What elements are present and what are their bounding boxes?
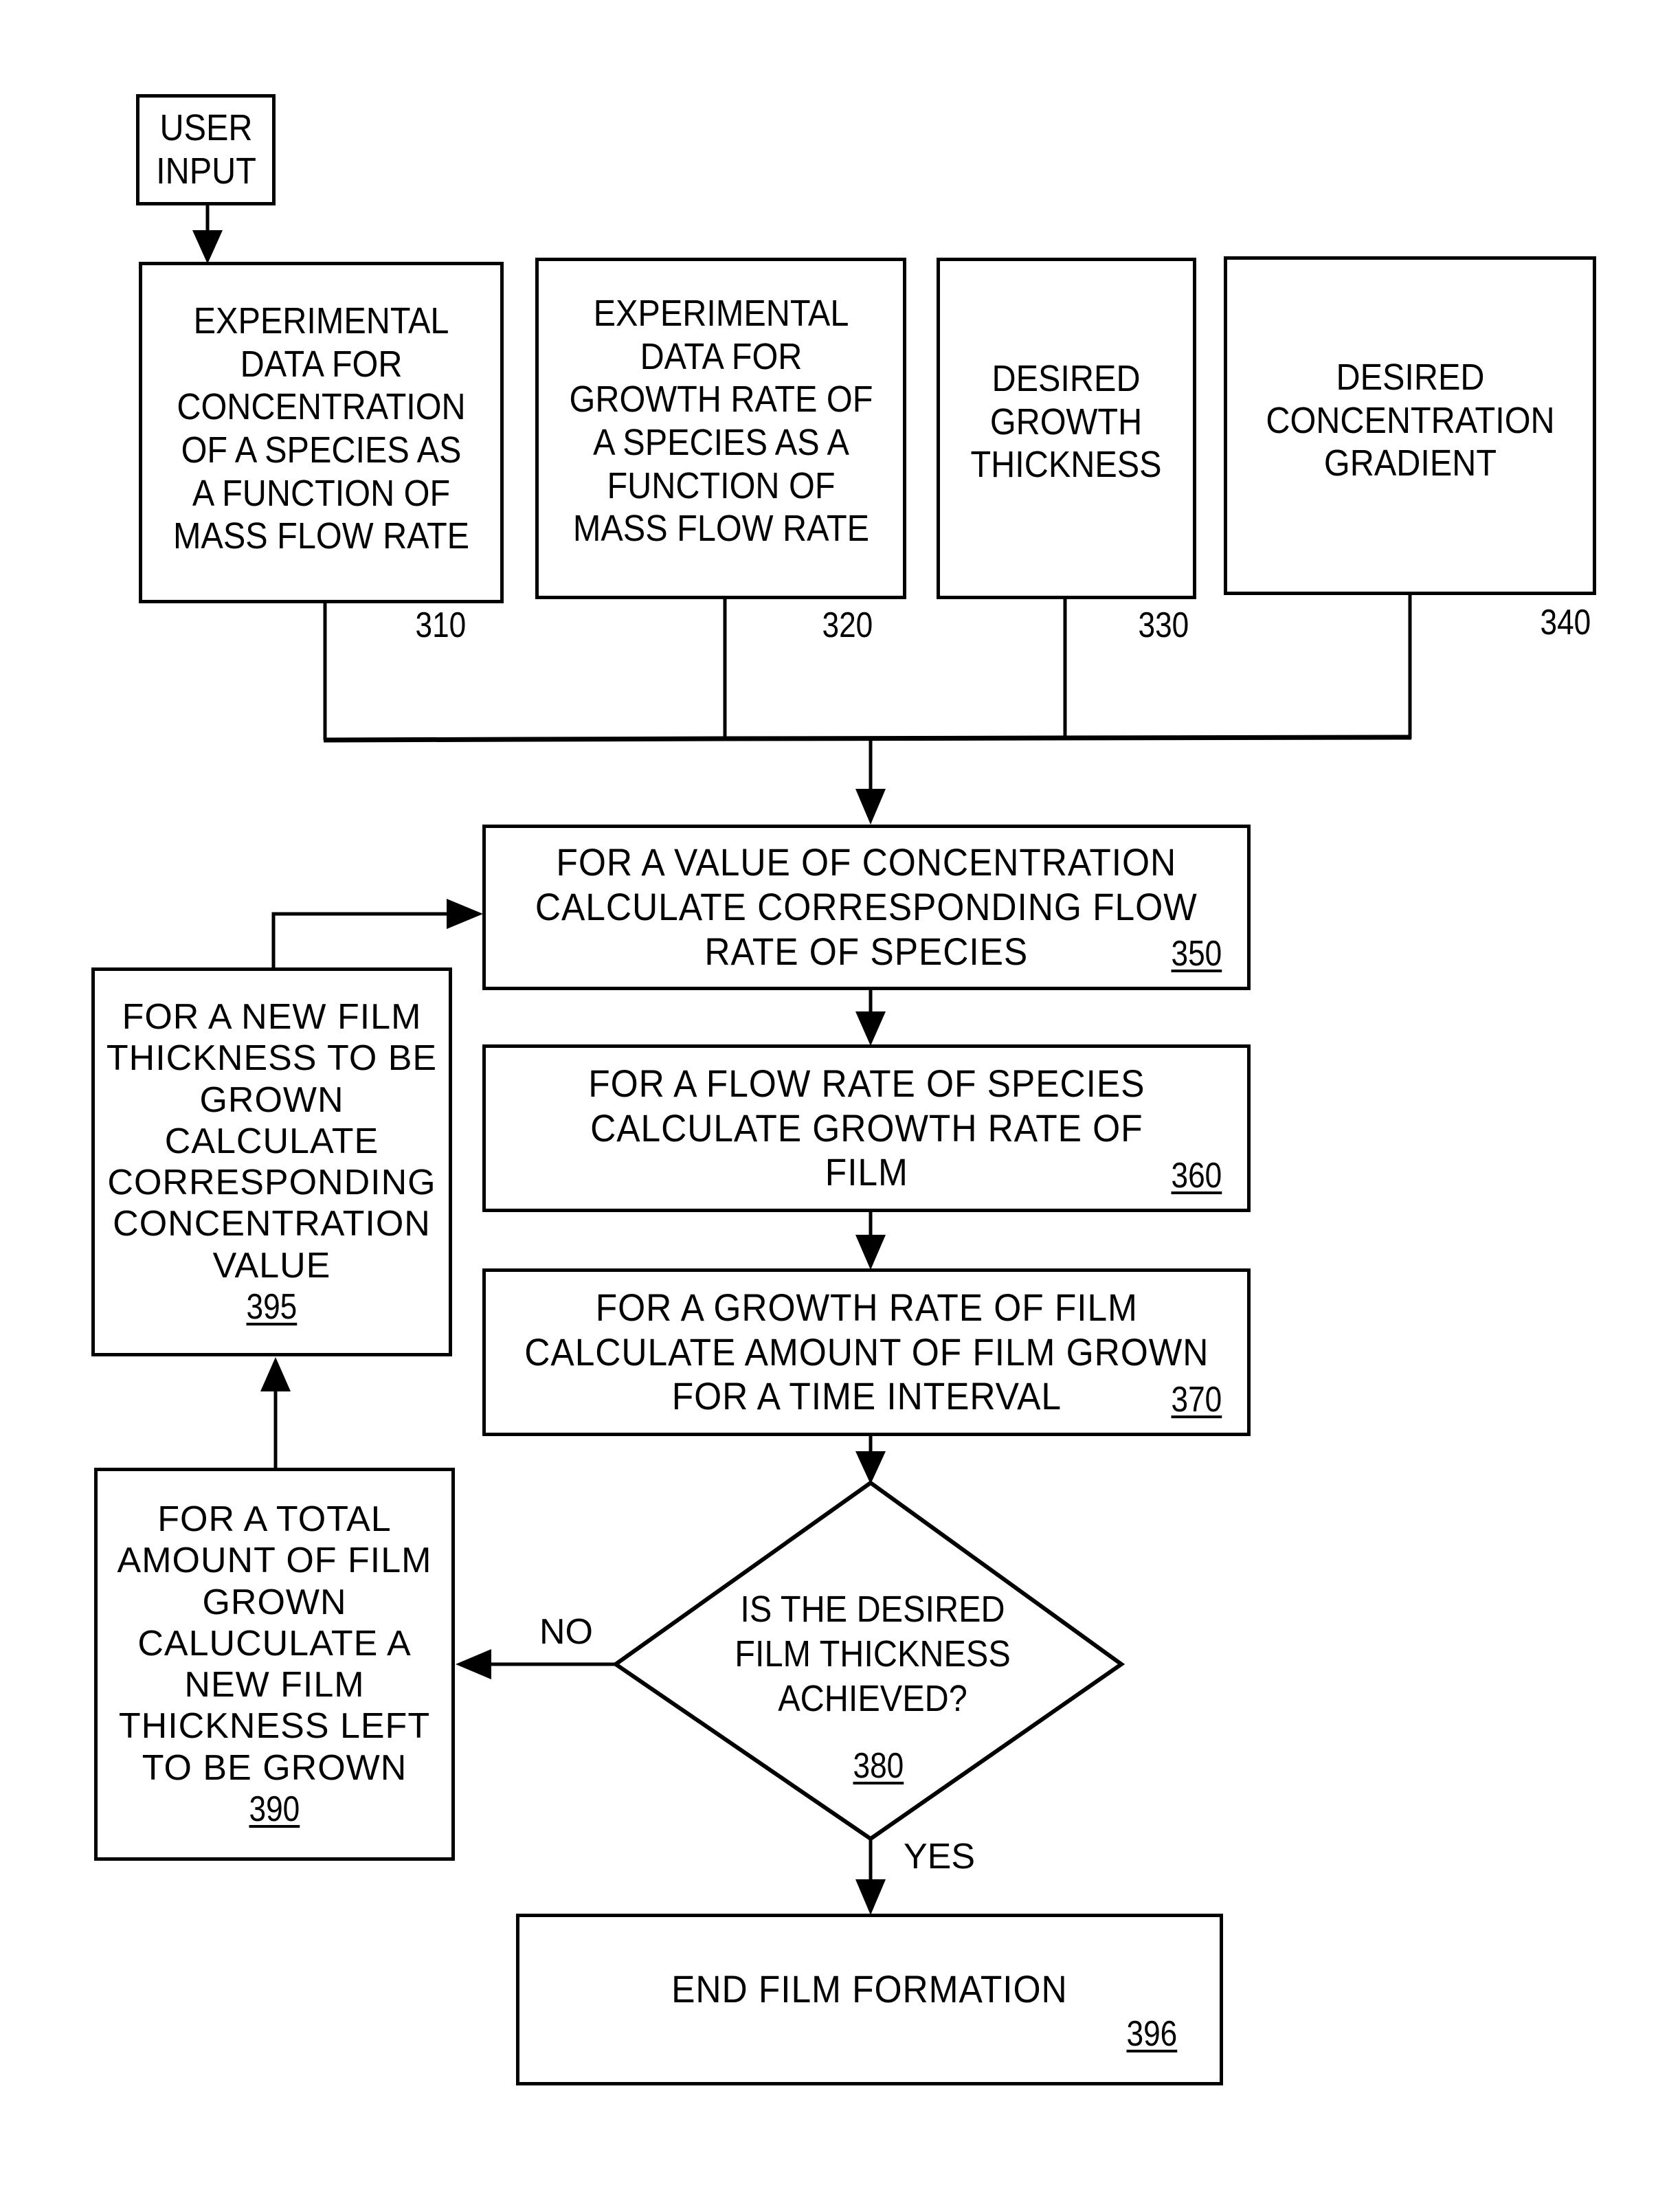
box-396-text: END FILM FORMATION xyxy=(671,1967,1068,2011)
box-310-concentration-data[interactable]: EXPERIMENTAL DATA FOR CONCENTRATION OF A… xyxy=(139,262,504,603)
ref-310: 310 xyxy=(415,605,467,645)
box-395-calc-concentration[interactable]: FOR A NEW FILM THICKNESS TO BE GROWN CAL… xyxy=(91,967,452,1356)
edge-bus xyxy=(323,735,1412,743)
arrowhead-to-396 xyxy=(855,1879,886,1915)
ref-330: 330 xyxy=(1138,605,1189,645)
ref-320: 320 xyxy=(822,605,873,645)
arrowhead-to-360 xyxy=(855,1011,886,1046)
arrowhead-to-390 xyxy=(456,1649,491,1679)
arrowhead-to-395 xyxy=(260,1357,291,1391)
ref-390: 390 xyxy=(249,1789,300,1830)
box-396-end-film-formation[interactable]: END FILM FORMATION 396 xyxy=(516,1914,1223,2085)
edge-395-to-350 xyxy=(271,912,450,967)
box-390-calc-thickness-left[interactable]: FOR A TOTAL AMOUNT OF FILM GROWN CALUCUL… xyxy=(94,1468,455,1861)
arrowhead-to-350 xyxy=(855,789,886,825)
box-370-text: FOR A GROWTH RATE OF FILM CALCULATE AMOU… xyxy=(524,1285,1209,1418)
box-370-calc-film-grown[interactable]: FOR A GROWTH RATE OF FILM CALCULATE AMOU… xyxy=(482,1268,1251,1436)
box-310-text: EXPERIMENTAL DATA FOR CONCENTRATION OF A… xyxy=(172,300,470,557)
box-350-calc-flow-rate[interactable]: FOR A VALUE OF CONCENTRATION CALCULATE C… xyxy=(482,825,1251,990)
box-330-text: DESIRED GROWTH THICKNESS xyxy=(970,358,1163,486)
box-320-growth-rate-data[interactable]: EXPERIMENTAL DATA FOR GROWTH RATE OF A S… xyxy=(535,258,906,599)
arrowhead-to-370 xyxy=(855,1235,886,1270)
box-360-calc-growth-rate[interactable]: FOR A FLOW RATE OF SPECIES CALCULATE GRO… xyxy=(482,1044,1251,1212)
box-360-text: FOR A FLOW RATE OF SPECIES CALCULATE GRO… xyxy=(587,1061,1145,1194)
arrowhead-to-310 xyxy=(192,230,223,264)
box-340-desired-concentration-gradient[interactable]: DESIRED CONCENTRATION GRADIENT xyxy=(1224,256,1596,595)
box-340-text: DESIRED CONCENTRATION GRADIENT xyxy=(1265,357,1555,484)
edge-label-yes: YES xyxy=(904,1837,976,1877)
user-input-label: USER INPUT xyxy=(155,107,256,192)
ref-350: 350 xyxy=(1171,934,1222,974)
ref-395: 395 xyxy=(246,1287,298,1328)
box-390-text: FOR A TOTAL AMOUNT OF FILM GROWN CALUCUL… xyxy=(117,1499,432,1788)
user-input-box[interactable]: USER INPUT xyxy=(136,94,276,205)
ref-380: 380 xyxy=(853,1746,904,1786)
ref-396: 396 xyxy=(1126,2014,1178,2054)
arrowhead-to-380 xyxy=(855,1451,886,1484)
arrowhead-to-350-left xyxy=(447,899,483,929)
ref-360: 360 xyxy=(1171,1156,1222,1196)
box-330-desired-growth-thickness[interactable]: DESIRED GROWTH THICKNESS xyxy=(937,258,1196,599)
edge-label-no: NO xyxy=(539,1612,593,1652)
box-320-text: EXPERIMENTAL DATA FOR GROWTH RATE OF A S… xyxy=(569,293,873,550)
decision-380-text: IS THE DESIRED FILM THICKNESS ACHIEVED? xyxy=(735,1589,1011,1719)
ref-340: 340 xyxy=(1540,603,1591,642)
box-395-text: FOR A NEW FILM THICKNESS TO BE GROWN CAL… xyxy=(106,996,438,1286)
ref-370: 370 xyxy=(1171,1380,1222,1420)
box-350-text: FOR A VALUE OF CONCENTRATION CALCULATE C… xyxy=(535,840,1198,973)
